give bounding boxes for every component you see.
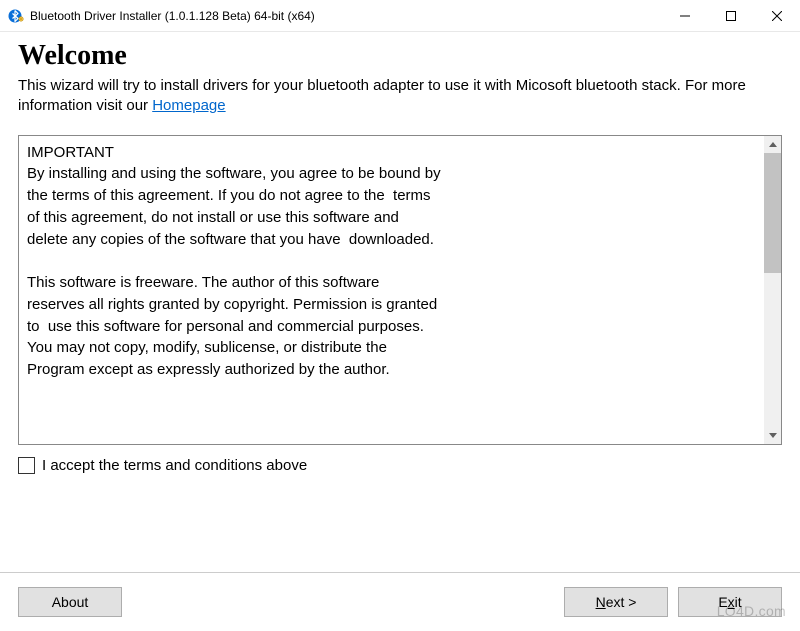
exit-button[interactable]: Exit bbox=[678, 587, 782, 617]
scrollbar-thumb[interactable] bbox=[764, 153, 781, 273]
next-button[interactable]: Next > bbox=[564, 587, 668, 617]
scrollbar[interactable] bbox=[764, 136, 781, 444]
titlebar: Bluetooth Driver Installer (1.0.1.128 Be… bbox=[0, 0, 800, 32]
scroll-up-arrow[interactable] bbox=[764, 136, 781, 153]
about-button[interactable]: About bbox=[18, 587, 122, 617]
window-title: Bluetooth Driver Installer (1.0.1.128 Be… bbox=[30, 9, 662, 23]
license-text[interactable]: IMPORTANT By installing and using the so… bbox=[19, 136, 764, 444]
content-area: Welcome This wizard will try to install … bbox=[0, 32, 800, 474]
maximize-button[interactable] bbox=[708, 0, 754, 31]
accept-terms-checkbox[interactable] bbox=[18, 457, 35, 474]
accept-terms-row: I accept the terms and conditions above bbox=[18, 457, 782, 474]
close-button[interactable] bbox=[754, 0, 800, 31]
window-controls bbox=[662, 0, 800, 31]
intro-text: This wizard will try to install drivers … bbox=[18, 76, 782, 117]
page-title: Welcome bbox=[18, 40, 782, 72]
minimize-button[interactable] bbox=[662, 0, 708, 31]
intro-text-body: This wizard will try to install drivers … bbox=[18, 77, 746, 114]
button-bar: About Next > Exit bbox=[0, 572, 800, 631]
license-box: IMPORTANT By installing and using the so… bbox=[18, 135, 782, 445]
homepage-link[interactable]: Homepage bbox=[152, 97, 225, 114]
bluetooth-icon bbox=[8, 8, 24, 24]
accept-terms-label: I accept the terms and conditions above bbox=[42, 457, 307, 474]
scroll-down-arrow[interactable] bbox=[764, 427, 781, 444]
